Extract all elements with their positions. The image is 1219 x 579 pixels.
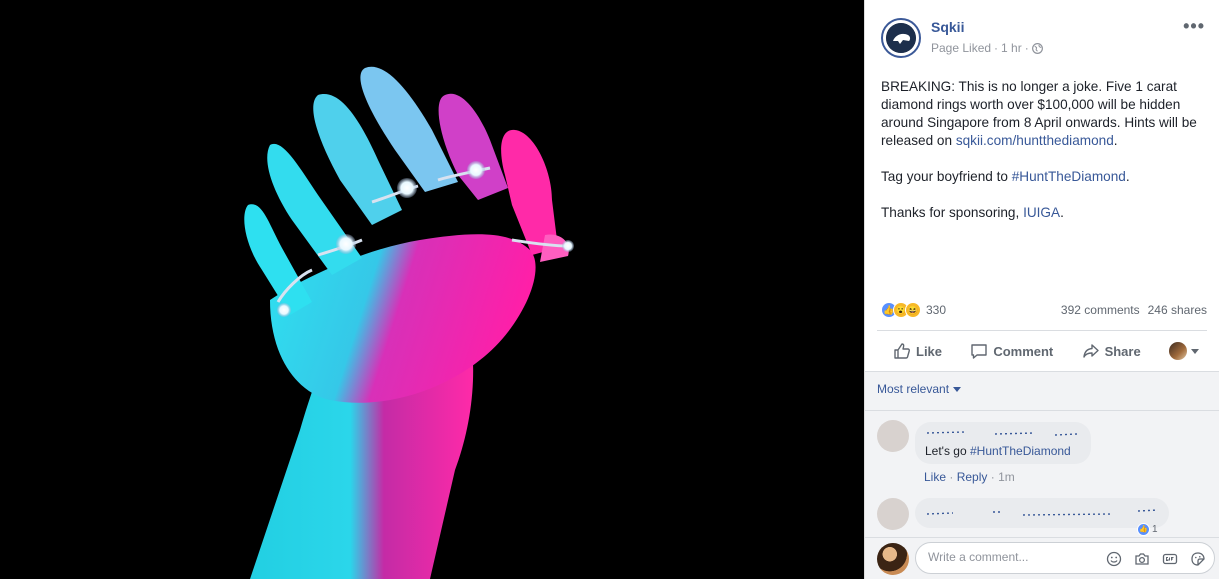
post-paragraph-3: Thanks for sponsoring, IUIGA. [881, 204, 1206, 222]
meta-separator: · [949, 470, 957, 484]
post-time[interactable]: 1 hr [1001, 41, 1022, 55]
chevron-down-icon [953, 386, 962, 392]
share-icon [1082, 344, 1099, 358]
comment-input-box[interactable] [915, 542, 1215, 574]
post-text: Tag your boyfriend to [881, 169, 1012, 184]
camera-icon[interactable] [1132, 549, 1152, 569]
comment-reaction-count: 1 [1152, 523, 1158, 535]
comment-meta: Like · Reply · 1m [924, 470, 1015, 484]
post-paragraph-2: Tag your boyfriend to #HuntTheDiamond. [881, 168, 1206, 186]
globe-icon[interactable] [1031, 42, 1043, 54]
post-header: Sqkii Page Liked · 1 hr · ••• [881, 16, 1207, 60]
emoji-icon[interactable] [1104, 549, 1124, 569]
comment-bubble: Let's go #HuntTheDiamond [915, 422, 1091, 464]
haha-reaction-icon[interactable]: 😆 [905, 302, 921, 318]
post-text: . [1113, 133, 1118, 148]
comment-button[interactable]: Comment [970, 342, 1053, 360]
post-stats: 👍 😮 😆 330 392 comments 246 shares [881, 300, 1207, 320]
page-name-link[interactable]: Sqkii [931, 19, 964, 35]
post-side-panel: Sqkii Page Liked · 1 hr · ••• BREAKING: … [864, 0, 1219, 579]
comment-reactions[interactable]: 👍 1 [1137, 522, 1161, 536]
meta-separator: · [1024, 41, 1029, 55]
post-text: Thanks for sponsoring, [881, 205, 1024, 220]
write-comment-bar [865, 537, 1219, 579]
like-button[interactable]: Like [893, 342, 942, 360]
more-options-icon[interactable]: ••• [1183, 16, 1205, 37]
post-message: BREAKING: This is no longer a joke. Five… [881, 78, 1206, 240]
comment-input[interactable] [928, 550, 1088, 564]
comment-hashtag-link[interactable]: #HuntTheDiamond [970, 444, 1071, 458]
like-reaction-icon: 👍 [1137, 522, 1150, 536]
thumbs-up-icon [894, 343, 910, 359]
post-actions: Like Comment Share [877, 332, 1207, 370]
meta-separator: · [994, 41, 999, 55]
comments-count[interactable]: 392 comments [1061, 303, 1140, 317]
viewer-avatar [1169, 342, 1187, 360]
reaction-count[interactable]: 330 [926, 303, 946, 317]
comment-bubble [915, 498, 1169, 528]
like-label: Like [916, 343, 943, 359]
page-avatar[interactable] [881, 18, 921, 58]
sticker-icon[interactable] [1188, 549, 1208, 569]
comment-text: Let's go [925, 444, 970, 458]
facebook-photo-viewer: Sqkii Page Liked · 1 hr · ••• BREAKING: … [0, 0, 1219, 579]
commenter-avatar[interactable] [877, 420, 909, 452]
hashtag-link[interactable]: #HuntTheDiamond [1012, 169, 1126, 184]
comment-tools [1104, 549, 1208, 569]
comment-time[interactable]: 1m [998, 470, 1015, 484]
comment-label: Comment [993, 343, 1054, 359]
post-photo[interactable] [0, 0, 864, 579]
post-text: . [1060, 205, 1064, 220]
shares-count[interactable]: 246 shares [1148, 303, 1207, 317]
post-as-selector[interactable] [1169, 342, 1199, 360]
commenter-avatar[interactable] [877, 498, 909, 530]
comment-sort-dropdown[interactable]: Most relevant [877, 382, 962, 396]
redacted-comment [926, 509, 1159, 516]
page-liked-label[interactable]: Page Liked [931, 41, 991, 55]
hunt-link[interactable]: sqkii.com/huntthediamond [956, 133, 1114, 148]
divider [865, 410, 1219, 411]
comments-section: Most relevant Let's go #HuntTheDiamond L… [865, 371, 1219, 579]
post-meta: Page Liked · 1 hr · [931, 41, 1043, 55]
stats-right: 392 comments 246 shares [1061, 303, 1207, 317]
comment-reply-link[interactable]: Reply [957, 470, 988, 484]
iuiga-link[interactable]: IUIGA [1023, 205, 1060, 220]
meta-separator: · [990, 470, 999, 484]
sqkii-logo-icon [886, 23, 916, 53]
post-paragraph-1: BREAKING: This is no longer a joke. Five… [881, 78, 1206, 150]
comment-like-link[interactable]: Like [924, 470, 946, 484]
divider [877, 330, 1207, 331]
post-text: . [1125, 169, 1130, 184]
sort-label: Most relevant [877, 382, 950, 396]
comment-icon [971, 344, 988, 359]
viewer-avatar[interactable] [877, 543, 909, 575]
share-button[interactable]: Share [1082, 342, 1141, 360]
share-label: Share [1104, 343, 1141, 359]
gif-icon[interactable] [1160, 549, 1180, 569]
redacted-name [926, 431, 1078, 436]
hand-with-rings-image [244, 66, 574, 579]
chevron-down-icon [1191, 348, 1199, 354]
